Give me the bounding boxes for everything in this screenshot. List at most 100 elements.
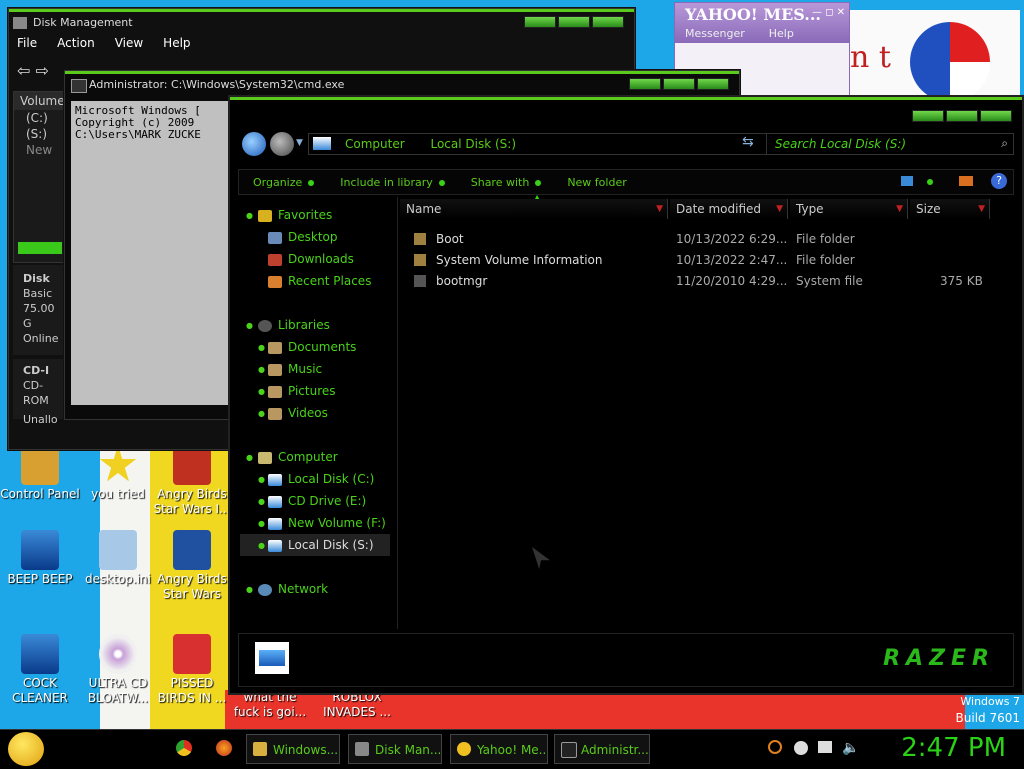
menu-help[interactable]: Help (163, 36, 190, 50)
pictures-icon (268, 385, 282, 398)
disk-management-titlebar[interactable]: Disk Management (9, 9, 634, 34)
nav-music[interactable]: Music (268, 359, 322, 379)
nav-network[interactable]: Network (258, 579, 328, 599)
window-controls[interactable] (912, 110, 1012, 122)
organize-button[interactable]: Organize (253, 176, 315, 189)
razer-logo: RAZER (883, 646, 995, 671)
nav-local-disk-s[interactable]: Local Disk (S:) (268, 535, 374, 555)
share-with-button[interactable]: Share with (471, 176, 542, 189)
menu-view[interactable]: View (115, 36, 143, 50)
back-button[interactable] (242, 132, 266, 156)
desktop-icon-ultra-cd[interactable]: ULTRA CD BLOATW... (78, 634, 158, 706)
nav-downloads[interactable]: Downloads (268, 249, 354, 269)
preview-pane-icon[interactable] (959, 176, 973, 186)
nav-local-disk-c[interactable]: Local Disk (C:) (268, 469, 374, 489)
clock[interactable]: 2:47 PM (901, 733, 1006, 763)
back-forward-arrows[interactable]: ⇦ ⇨ (17, 61, 49, 80)
scrollbar[interactable] (18, 242, 62, 254)
nav-libraries[interactable]: Libraries (258, 315, 330, 335)
nav-new-volume-f[interactable]: New Volume (F:) (268, 513, 386, 533)
desktop-icon-angry-birds-1[interactable]: Angry Birds Star Wars I... (152, 445, 232, 517)
desktop-icon-angry-birds-2[interactable]: Angry Birds Star Wars (152, 530, 232, 602)
disk-size: 75.00 G (23, 302, 55, 330)
angry-birds-icon (173, 634, 211, 674)
recent-places-icon (268, 275, 282, 288)
menu-action[interactable]: Action (57, 36, 95, 50)
help-icon[interactable]: ? (991, 173, 1007, 189)
column-volume[interactable]: Volume (14, 92, 66, 110)
downloads-icon (268, 253, 282, 266)
search-input[interactable]: Search Local Disk (S:) (766, 133, 1014, 155)
view-options-dot[interactable] (927, 179, 933, 185)
drive-icon (268, 473, 282, 486)
yahoo-menu-messenger[interactable]: Messenger (685, 27, 745, 40)
nav-recent-places[interactable]: Recent Places (268, 271, 371, 291)
nav-documents[interactable]: Documents (268, 337, 356, 357)
explorer-window[interactable]: ▼ Computer Local Disk (S:) ▽ ⇆ Search Lo… (228, 95, 1024, 695)
column-header-type[interactable]: Type ▼ (790, 199, 908, 219)
system-file-icon (414, 275, 426, 287)
taskbar-button-yahoo[interactable]: Yahoo! Me... (450, 734, 548, 764)
disk-label: Disk (23, 272, 50, 285)
ini-file-icon (99, 530, 137, 570)
taskbar-button-cmd[interactable]: Administr... (554, 734, 650, 764)
window-controls[interactable] (524, 16, 624, 28)
tray-minus-icon[interactable] (794, 741, 808, 755)
nav-computer[interactable]: Computer (258, 447, 338, 467)
desktop-icon-beep-beep[interactable]: BEEP BEEP (0, 530, 80, 587)
drive-icon (313, 137, 331, 150)
drive-icon (268, 539, 282, 552)
include-in-library-button[interactable]: Include in library (340, 176, 445, 189)
breadcrumb-computer[interactable]: Computer (345, 137, 405, 151)
desktop-icon-you-tried[interactable]: you tried (78, 445, 158, 502)
chrome-icon[interactable] (176, 740, 192, 756)
nav-cd-drive-e[interactable]: CD Drive (E:) (268, 491, 366, 511)
mouse-cursor (532, 547, 550, 569)
nav-videos[interactable]: Videos (268, 403, 328, 423)
nav-pictures[interactable]: Pictures (268, 381, 336, 401)
cmd-icon (71, 79, 87, 93)
file-row-system-volume-information[interactable]: System Volume Information 10/13/2022 2:4… (410, 250, 990, 270)
breadcrumb-local-disk[interactable]: Local Disk (S:) (430, 137, 516, 151)
address-bar[interactable]: Computer Local Disk (S:) ▽ (308, 133, 806, 155)
desktop-icon-control-panel[interactable]: Control Panel (0, 445, 80, 502)
desktop-icon-cock-cleaner[interactable]: COCK CLEANER (0, 634, 80, 706)
view-icon[interactable] (901, 176, 913, 186)
disk-icon (355, 742, 369, 756)
yahoo-menu-help[interactable]: Help (769, 27, 794, 40)
volume-icon[interactable]: 🔈 (842, 740, 859, 756)
disk-type: Basic (23, 287, 53, 300)
window-controls[interactable] (629, 78, 729, 90)
column-header-date-modified[interactable]: Date modified ▼ (670, 199, 788, 219)
documents-icon (268, 341, 282, 354)
action-center-icon[interactable] (818, 741, 832, 753)
taskbar: Windows... Disk Man... Yahoo! Me... Admi… (0, 729, 1024, 769)
yahoo-window-controls[interactable]: — ◻ ✕ (812, 7, 845, 18)
search-tray-icon[interactable] (768, 740, 782, 754)
volume-new[interactable]: New (14, 142, 66, 158)
taskbar-button-disk-management[interactable]: Disk Man... (348, 734, 442, 764)
firefox-icon[interactable] (216, 740, 232, 756)
refresh-icon[interactable]: ⇆ (742, 134, 754, 150)
recent-pages-dropdown[interactable]: ▼ (296, 138, 303, 148)
column-header-name[interactable]: Name ▼ (400, 199, 668, 219)
desktop-icon-pissed-birds[interactable]: PISSED BIRDS IN ... (152, 634, 232, 706)
menu-file[interactable]: File (17, 36, 37, 50)
nav-desktop[interactable]: Desktop (268, 227, 338, 247)
file-row-bootmgr[interactable]: bootmgr 11/20/2010 4:29... System file 3… (410, 271, 990, 291)
volume-s[interactable]: (S:) (14, 126, 66, 142)
new-folder-button[interactable]: New folder (567, 176, 626, 189)
cd-icon (99, 634, 137, 674)
start-button[interactable] (8, 732, 44, 766)
file-row-boot[interactable]: Boot 10/13/2022 6:29... File folder (410, 229, 990, 249)
cmd-titlebar[interactable]: Administrator: C:\Windows\System32\cmd.e… (65, 71, 739, 96)
forward-button[interactable] (270, 132, 294, 156)
volume-c[interactable]: (C:) (14, 110, 66, 126)
cmd-console[interactable]: Microsoft Windows [Copyright (c) 2009 C:\… (71, 101, 235, 405)
taskbar-button-explorer[interactable]: Windows... (246, 734, 340, 764)
explorer-titlebar[interactable] (230, 97, 1022, 128)
column-header-size[interactable]: Size ▼ (910, 199, 990, 219)
desktop-icon-desktop-ini[interactable]: desktop.ini (78, 530, 158, 587)
nav-favorites[interactable]: Favorites (258, 205, 332, 225)
search-icon[interactable]: ⌕ (1001, 136, 1008, 151)
